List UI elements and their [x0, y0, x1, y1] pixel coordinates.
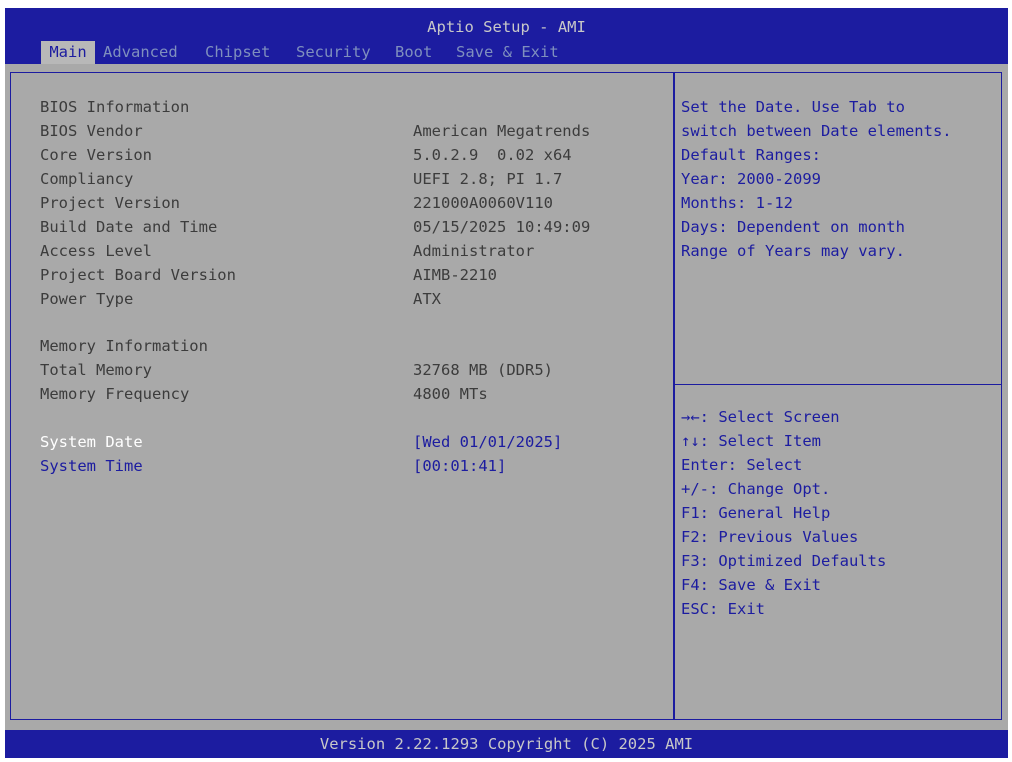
system-date-label[interactable]: System Date: [40, 433, 143, 451]
compliancy-label: Compliancy: [40, 170, 134, 188]
key-help-f3: F3: Optimized Defaults: [681, 552, 887, 570]
key-help-f4: F4: Save & Exit: [681, 576, 821, 594]
board-version-value: AIMB-2210: [413, 266, 497, 284]
board-version-label: Project Board Version: [40, 266, 236, 284]
help-line: Months: 1-12: [681, 194, 793, 212]
power-type-label: Power Type: [40, 290, 134, 308]
system-time-label[interactable]: System Time: [40, 457, 143, 475]
key-help-f2: F2: Previous Values: [681, 528, 859, 546]
access-level-label: Access Level: [40, 242, 152, 260]
core-version-label: Core Version: [40, 146, 152, 164]
footer-bar: Version 2.22.1293 Copyright (C) 2025 AMI: [5, 730, 1008, 758]
project-version-label: Project Version: [40, 194, 180, 212]
version-text: Version 2.22.1293 Copyright (C) 2025 AMI: [319, 735, 694, 753]
memory-frequency-label: Memory Frequency: [40, 385, 190, 403]
key-help-change-opt: +/-: Change Opt.: [681, 480, 831, 498]
help-line: Days: Dependent on month: [681, 218, 905, 236]
access-level-value: Administrator: [413, 242, 535, 260]
help-line: Set the Date. Use Tab to: [681, 98, 905, 116]
core-version-value: 5.0.2.9 0.02 x64: [413, 146, 572, 164]
help-line: Default Ranges:: [681, 146, 821, 164]
help-line: switch between Date elements.: [681, 122, 952, 140]
system-date-value[interactable]: [Wed 01/01/2025]: [413, 433, 562, 451]
tab-security[interactable]: Security: [296, 41, 371, 65]
key-help-select-screen: →←: Select Screen: [681, 408, 840, 426]
power-type-value: ATX: [413, 290, 441, 308]
key-help-select-item: ↑↓: Select Item: [681, 432, 821, 450]
key-help-f1: F1: General Help: [681, 504, 831, 522]
tab-boot[interactable]: Boot: [395, 41, 432, 65]
bios-info-heading: BIOS Information: [40, 98, 190, 116]
main-panel: BIOS Information BIOS Vendor American Me…: [5, 64, 1008, 730]
bios-vendor-value: American Megatrends: [413, 122, 591, 140]
help-divider: [675, 384, 1001, 385]
key-help-enter: Enter: Select: [681, 456, 803, 474]
help-panel: Set the Date. Use Tab to switch between …: [674, 72, 1002, 720]
tab-chipset[interactable]: Chipset: [205, 41, 270, 65]
settings-panel: BIOS Information BIOS Vendor American Me…: [10, 72, 674, 720]
bios-vendor-label: BIOS Vendor: [40, 122, 143, 140]
memory-frequency-value: 4800 MTs: [413, 385, 488, 403]
key-help-esc: ESC: Exit: [681, 600, 765, 618]
tab-save-exit[interactable]: Save & Exit: [456, 41, 559, 65]
help-line: Range of Years may vary.: [681, 242, 905, 260]
tab-advanced[interactable]: Advanced: [103, 41, 178, 65]
build-date-label: Build Date and Time: [40, 218, 218, 236]
memory-info-heading: Memory Information: [40, 337, 208, 355]
help-line: Year: 2000-2099: [681, 170, 821, 188]
total-memory-label: Total Memory: [40, 361, 152, 379]
tab-main[interactable]: Main: [41, 41, 95, 65]
system-time-value[interactable]: [00:01:41]: [413, 457, 506, 475]
title-bar: Aptio Setup - AMI Main Advanced Chipset …: [5, 8, 1008, 65]
compliancy-value: UEFI 2.8; PI 1.7: [413, 170, 563, 188]
app-title: Aptio Setup - AMI: [427, 18, 586, 36]
total-memory-value: 32768 MB (DDR5): [413, 361, 553, 379]
build-date-value: 05/15/2025 10:49:09: [413, 218, 591, 236]
project-version-value: 221000A0060V110: [413, 194, 553, 212]
